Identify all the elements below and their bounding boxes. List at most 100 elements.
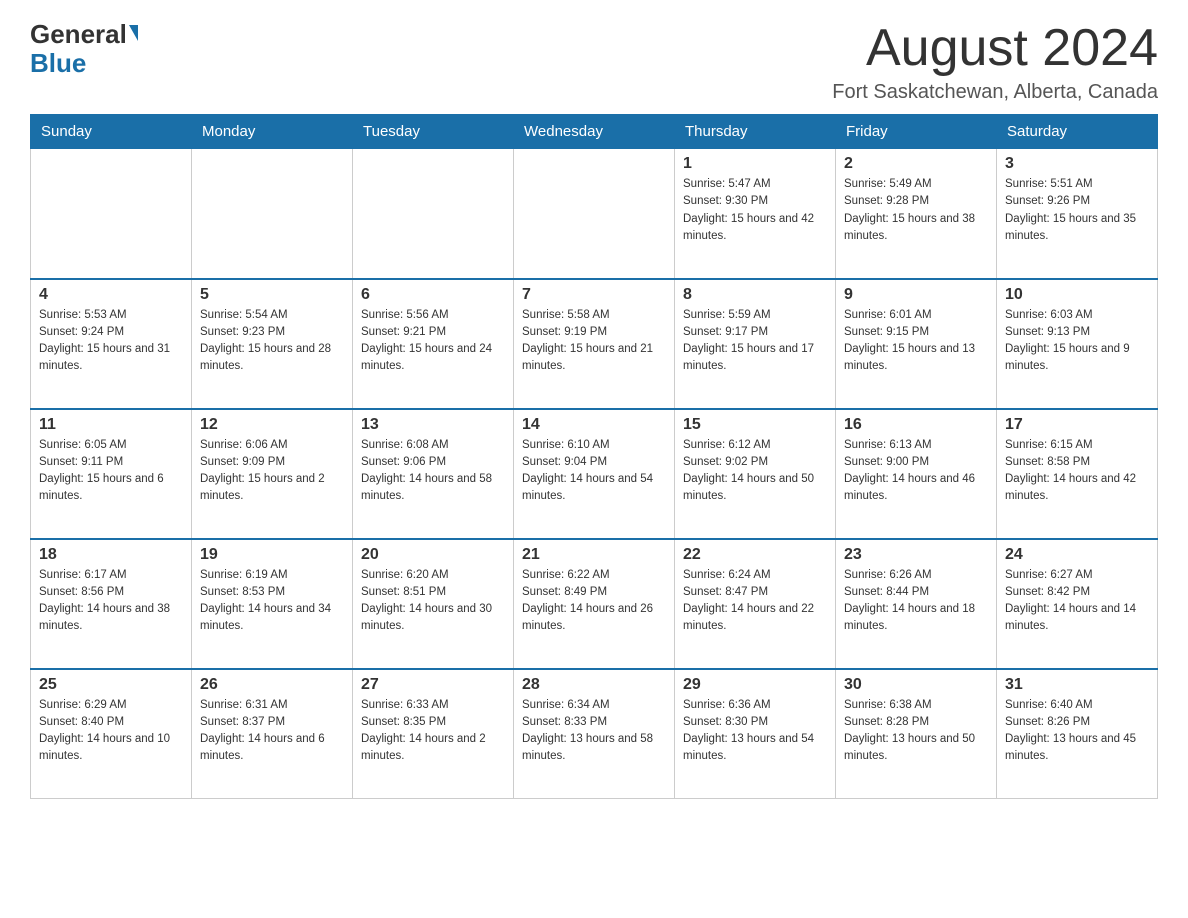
day-info: Sunrise: 5:49 AMSunset: 9:28 PMDaylight:… [844, 176, 988, 245]
day-number: 18 [39, 546, 183, 564]
table-row [514, 149, 675, 279]
day-info: Sunrise: 6:15 AMSunset: 8:58 PMDaylight:… [1005, 437, 1149, 506]
table-row: 29 Sunrise: 6:36 AMSunset: 8:30 PMDayligh… [675, 669, 836, 799]
table-row: 30 Sunrise: 6:38 AMSunset: 8:28 PMDayligh… [836, 669, 997, 799]
table-row: 9 Sunrise: 6:01 AMSunset: 9:15 PMDaylight… [836, 279, 997, 409]
header: General Blue August 2024 Fort Saskatchew… [30, 20, 1158, 104]
day-number: 17 [1005, 416, 1149, 434]
day-number: 1 [683, 155, 827, 173]
day-number: 10 [1005, 286, 1149, 304]
table-row: 5Sunrise: 5:54 AMSunset: 9:23 PMDaylight… [192, 279, 353, 409]
day-number: 23 [844, 546, 988, 564]
table-row: 8 Sunrise: 5:59 AMSunset: 9:17 PMDaylight… [675, 279, 836, 409]
calendar-week-row: 1 Sunrise: 5:47 AMSunset: 9:30 PMDaylight… [31, 149, 1158, 279]
day-info: Sunrise: 5:58 AMSunset: 9:19 PMDaylight:… [522, 307, 666, 376]
table-row: 26 Sunrise: 6:31 AMSunset: 8:37 PMDayligh… [192, 669, 353, 799]
calendar-week-row: 18Sunrise: 6:17 AMSunset: 8:56 PMDayligh… [31, 539, 1158, 669]
logo-area: General Blue [30, 20, 138, 77]
day-info: Sunrise: 6:20 AMSunset: 8:51 PMDaylight:… [361, 567, 505, 636]
day-number: 31 [1005, 676, 1149, 694]
day-number: 24 [1005, 546, 1149, 564]
day-info: Sunrise: 5:59 AMSunset: 9:17 PMDaylight:… [683, 307, 827, 376]
day-number: 19 [200, 546, 344, 564]
day-number: 29 [683, 676, 827, 694]
day-info: Sunrise: 5:47 AMSunset: 9:30 PMDaylight:… [683, 176, 827, 245]
day-number: 11 [39, 416, 183, 434]
table-row: 16Sunrise: 6:13 AMSunset: 9:00 PMDayligh… [836, 409, 997, 539]
title-area: August 2024 Fort Saskatchewan, Alberta, … [832, 20, 1158, 104]
calendar-week-row: 4Sunrise: 5:53 AMSunset: 9:24 PMDaylight… [31, 279, 1158, 409]
table-row: 31 Sunrise: 6:40 AMSunset: 8:26 PMDayligh… [997, 669, 1158, 799]
logo-triangle-icon [129, 25, 138, 41]
table-row: 4Sunrise: 5:53 AMSunset: 9:24 PMDaylight… [31, 279, 192, 409]
col-friday: Friday [836, 115, 997, 149]
day-number: 21 [522, 546, 666, 564]
col-sunday: Sunday [31, 115, 192, 149]
calendar-table: Sunday Monday Tuesday Wednesday Thursday… [30, 114, 1158, 799]
day-info: Sunrise: 6:26 AMSunset: 8:44 PMDaylight:… [844, 567, 988, 636]
day-info: Sunrise: 6:06 AMSunset: 9:09 PMDaylight:… [200, 437, 344, 506]
col-monday: Monday [192, 115, 353, 149]
day-number: 12 [200, 416, 344, 434]
day-info: Sunrise: 6:10 AMSunset: 9:04 PMDaylight:… [522, 437, 666, 506]
day-number: 14 [522, 416, 666, 434]
table-row: 6 Sunrise: 5:56 AMSunset: 9:21 PMDaylight… [353, 279, 514, 409]
day-info: Sunrise: 6:19 AMSunset: 8:53 PMDaylight:… [200, 567, 344, 636]
day-info: Sunrise: 6:31 AMSunset: 8:37 PMDaylight:… [200, 697, 344, 766]
table-row: 17 Sunrise: 6:15 AMSunset: 8:58 PMDayligh… [997, 409, 1158, 539]
day-number: 4 [39, 286, 183, 304]
table-row: 25 Sunrise: 6:29 AMSunset: 8:40 PMDayligh… [31, 669, 192, 799]
day-info: Sunrise: 6:38 AMSunset: 8:28 PMDaylight:… [844, 697, 988, 766]
table-row: 24 Sunrise: 6:27 AMSunset: 8:42 PMDayligh… [997, 539, 1158, 669]
day-number: 8 [683, 286, 827, 304]
table-row: 27Sunrise: 6:33 AMSunset: 8:35 PMDayligh… [353, 669, 514, 799]
day-info: Sunrise: 5:51 AMSunset: 9:26 PMDaylight:… [1005, 176, 1149, 245]
col-wednesday: Wednesday [514, 115, 675, 149]
table-row: 22 Sunrise: 6:24 AMSunset: 8:47 PMDayligh… [675, 539, 836, 669]
day-number: 5 [200, 286, 344, 304]
table-row: 20Sunrise: 6:20 AMSunset: 8:51 PMDayligh… [353, 539, 514, 669]
day-info: Sunrise: 6:01 AMSunset: 9:15 PMDaylight:… [844, 307, 988, 376]
table-row: 21Sunrise: 6:22 AMSunset: 8:49 PMDayligh… [514, 539, 675, 669]
day-info: Sunrise: 6:34 AMSunset: 8:33 PMDaylight:… [522, 697, 666, 766]
day-number: 9 [844, 286, 988, 304]
day-number: 26 [200, 676, 344, 694]
table-row [192, 149, 353, 279]
day-number: 22 [683, 546, 827, 564]
table-row: 12 Sunrise: 6:06 AMSunset: 9:09 PMDayligh… [192, 409, 353, 539]
day-info: Sunrise: 6:13 AMSunset: 9:00 PMDaylight:… [844, 437, 988, 506]
table-row: 28 Sunrise: 6:34 AMSunset: 8:33 PMDayligh… [514, 669, 675, 799]
day-number: 13 [361, 416, 505, 434]
day-number: 25 [39, 676, 183, 694]
month-title: August 2024 [832, 20, 1158, 77]
table-row [353, 149, 514, 279]
day-number: 27 [361, 676, 505, 694]
day-number: 2 [844, 155, 988, 173]
day-info: Sunrise: 6:08 AMSunset: 9:06 PMDaylight:… [361, 437, 505, 506]
location-title: Fort Saskatchewan, Alberta, Canada [832, 81, 1158, 104]
day-info: Sunrise: 6:36 AMSunset: 8:30 PMDaylight:… [683, 697, 827, 766]
day-number: 28 [522, 676, 666, 694]
day-info: Sunrise: 5:56 AMSunset: 9:21 PMDaylight:… [361, 307, 505, 376]
col-tuesday: Tuesday [353, 115, 514, 149]
day-info: Sunrise: 6:27 AMSunset: 8:42 PMDaylight:… [1005, 567, 1149, 636]
day-number: 3 [1005, 155, 1149, 173]
table-row: 23 Sunrise: 6:26 AMSunset: 8:44 PMDayligh… [836, 539, 997, 669]
calendar-week-row: 11 Sunrise: 6:05 AMSunset: 9:11 PMDayligh… [31, 409, 1158, 539]
table-row: 1 Sunrise: 5:47 AMSunset: 9:30 PMDaylight… [675, 149, 836, 279]
day-number: 7 [522, 286, 666, 304]
day-info: Sunrise: 6:24 AMSunset: 8:47 PMDaylight:… [683, 567, 827, 636]
logo: General Blue [30, 20, 138, 77]
table-row [31, 149, 192, 279]
day-info: Sunrise: 6:40 AMSunset: 8:26 PMDaylight:… [1005, 697, 1149, 766]
day-number: 30 [844, 676, 988, 694]
day-info: Sunrise: 6:05 AMSunset: 9:11 PMDaylight:… [39, 437, 183, 506]
table-row: 19 Sunrise: 6:19 AMSunset: 8:53 PMDayligh… [192, 539, 353, 669]
day-info: Sunrise: 6:29 AMSunset: 8:40 PMDaylight:… [39, 697, 183, 766]
table-row: 11 Sunrise: 6:05 AMSunset: 9:11 PMDayligh… [31, 409, 192, 539]
table-row: 18Sunrise: 6:17 AMSunset: 8:56 PMDayligh… [31, 539, 192, 669]
logo-blue: Blue [30, 48, 86, 78]
day-number: 6 [361, 286, 505, 304]
table-row: 15Sunrise: 6:12 AMSunset: 9:02 PMDayligh… [675, 409, 836, 539]
table-row: 14 Sunrise: 6:10 AMSunset: 9:04 PMDayligh… [514, 409, 675, 539]
